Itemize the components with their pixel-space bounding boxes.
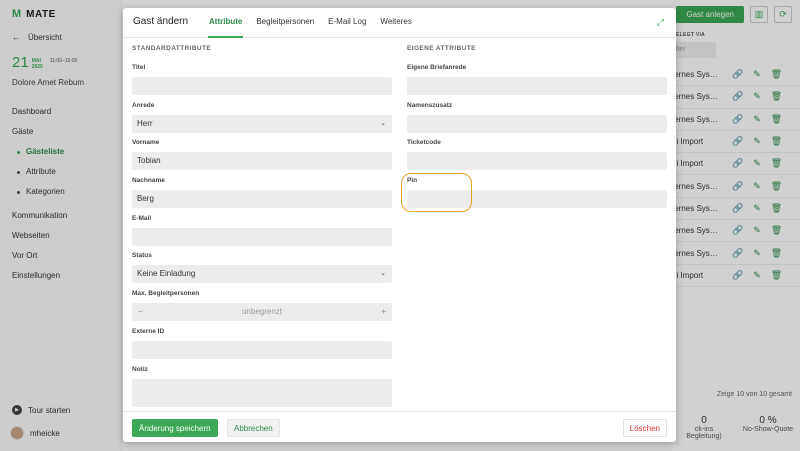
field-nachname: Nachname Berg [132,173,392,211]
field-label: Externe ID [132,327,165,335]
notiz-textarea[interactable] [132,378,392,407]
dialog-title: Gast ändern [133,16,189,27]
field-externe-id: Externe ID [132,324,392,362]
tab-attribute[interactable]: Attribute [208,8,244,38]
nachname-input[interactable]: Berg [132,190,392,209]
anrede-value: Herr [137,118,153,128]
field-max-begleitpersonen: Max. Begleitpersonen − unbegrenzt + [132,286,392,324]
titel-input[interactable] [132,77,392,95]
field-label: Ticketcode [407,139,441,147]
delete-button[interactable]: Löschen [622,419,667,437]
email-input[interactable] [132,227,392,246]
field-label: Eigene Briefanrede [407,64,467,71]
stepper-value[interactable]: unbegrenzt [242,303,282,321]
expand-icon[interactable]: ⤢ [657,17,664,28]
field-notiz: Notiz [132,362,392,407]
field-titel: Titel [132,60,392,98]
cancel-button[interactable]: Abbrechen [227,419,280,437]
field-label: Notiz [132,365,148,373]
status-select[interactable]: Keine Einladung ⌄ [132,265,392,284]
section-title: STANDARDATTRIBUTE [132,45,212,52]
chevron-down-icon: ⌄ [380,119,386,127]
anrede-select[interactable]: Herr ⌄ [132,114,392,133]
briefanrede-input[interactable] [407,77,667,95]
pin-highlight-marker [401,173,472,212]
field-eigene-briefanrede: Eigene Briefanrede [407,60,667,98]
tab-begleitpersonen[interactable]: Begleitpersonen [255,8,315,38]
dialog-header: Gast ändern Attribute Begleitpersonen E-… [123,8,676,38]
field-label: Vorname [132,139,160,147]
field-email: E-Mail [132,211,392,249]
field-label: E-Mail [132,214,152,222]
tab-weiteres[interactable]: Weiteres [379,8,412,38]
field-label: Titel [132,64,146,71]
field-label: Nachname [132,177,165,185]
field-anrede: Anrede Herr ⌄ [132,98,392,136]
tab-email-log[interactable]: E-Mail Log [327,8,367,38]
field-label: Status [132,252,152,260]
externe-id-input[interactable] [132,340,392,359]
field-namenszusatz: Namenszusatz [407,98,667,136]
minus-icon[interactable]: − [138,303,143,321]
field-vorname: Vorname Tobian [132,135,392,173]
standard-attributes: STANDARDATTRIBUTE Titel Anrede Herr ⌄ Vo… [132,44,392,407]
dialog-footer: Änderung speichern Abbrechen Löschen [123,411,676,442]
field-label: Anrede [132,101,155,109]
chevron-down-icon: ⌄ [380,270,386,278]
plus-icon[interactable]: + [381,303,386,321]
dialog-tabs: Attribute Begleitpersonen E-Mail Log Wei… [208,8,413,38]
max-begleitpersonen-stepper: − unbegrenzt + [132,303,392,322]
field-ticketcode: Ticketcode [407,135,667,173]
status-value: Keine Einladung [137,269,196,279]
ticketcode-input[interactable] [407,152,667,171]
save-changes-button[interactable]: Änderung speichern [132,419,218,437]
vorname-input[interactable]: Tobian [132,152,392,171]
namenszusatz-input[interactable] [407,114,667,133]
field-label: Namenszusatz [407,101,453,109]
section-title: EIGENE ATTRIBUTE [407,45,476,52]
field-label: Max. Begleitpersonen [132,290,200,298]
field-status: Status Keine Einladung ⌄ [132,248,392,286]
edit-guest-dialog: Gast ändern Attribute Begleitpersonen E-… [123,8,676,442]
